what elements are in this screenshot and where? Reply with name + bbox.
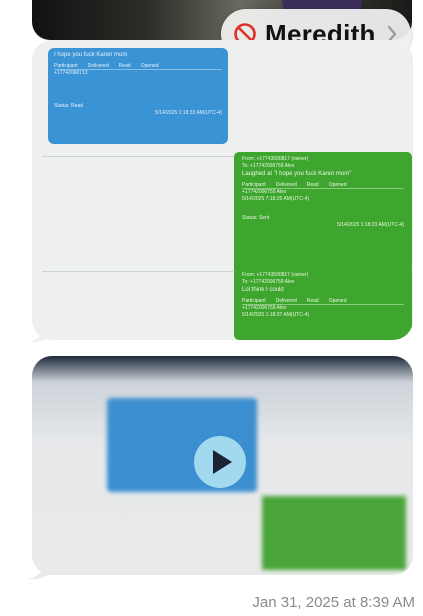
- to-line: To: +17742006759 Alex: [242, 163, 295, 169]
- from-line: From: +17743590817 (owner): [242, 156, 309, 162]
- table-header: Participant: [54, 63, 78, 69]
- table-header: Read: [306, 298, 319, 304]
- delivered-value: 5/14/2025 1:18:37 AM(UTC-4): [242, 312, 309, 318]
- participant-value: +17742006759 Alex: [242, 189, 287, 195]
- participant-value: +17742068713: [54, 70, 88, 76]
- table-header: Read: [118, 63, 131, 69]
- message-text: Lol think I could: [242, 287, 284, 293]
- status-text: Status: Sent: [242, 215, 270, 221]
- message-card-green: From: +17743590817 (owner) To: +17742006…: [234, 152, 412, 278]
- message-text: I hope you fuck Karen mom: [54, 52, 128, 58]
- status-text: Status: Read: [54, 103, 83, 109]
- delivered-value: 5/14/2025 7:18:25 AM(UTC-4): [242, 196, 309, 202]
- play-icon: [213, 450, 232, 474]
- table-header: Delivered: [87, 63, 109, 69]
- table-header: Participant: [242, 182, 266, 188]
- table-header: Participant: [242, 298, 266, 304]
- bubble-tail: [28, 321, 56, 343]
- blurred-card: [262, 496, 406, 570]
- message-timestamp: Jan 31, 2025 at 8:39 AM: [252, 594, 415, 611]
- table-header-row: Participant Delivered Read Opened: [242, 298, 404, 305]
- message-text: Laughed at "I hope you fuck Karen mom": [242, 171, 352, 177]
- to-line: To: +17742006759 Alex: [242, 279, 295, 285]
- play-button[interactable]: [194, 436, 246, 488]
- card-timestamp: 5/14/2025 1:18:23 AM(UTC-4): [337, 222, 404, 228]
- table-header-row: Participant Delivered Read Opened: [54, 63, 222, 70]
- table-header-row: Participant Delivered Read Opened: [242, 182, 404, 189]
- video-attachment[interactable]: [32, 356, 413, 575]
- message-card-green: From: +17743590817 (owner) To: +17742006…: [234, 268, 412, 340]
- card-timestamp: 5/14/2025 1:18:33 AM(UTC-4): [155, 110, 222, 116]
- table-header: Delivered: [275, 182, 297, 188]
- bubble-tail: [28, 558, 56, 580]
- table-header: Read: [306, 182, 319, 188]
- participant-value: +17742006759 Alex: [242, 305, 287, 311]
- table-header: Opened: [328, 298, 347, 304]
- message-card-blue: I hope you fuck Karen mom Participant De…: [48, 48, 228, 144]
- table-header: Delivered: [275, 298, 297, 304]
- table-header: Opened: [140, 63, 159, 69]
- photo-attachment-screenshot[interactable]: I hope you fuck Karen mom Participant De…: [32, 40, 413, 340]
- from-line: From: +17743590817 (owner): [242, 272, 309, 278]
- table-header: Opened: [328, 182, 347, 188]
